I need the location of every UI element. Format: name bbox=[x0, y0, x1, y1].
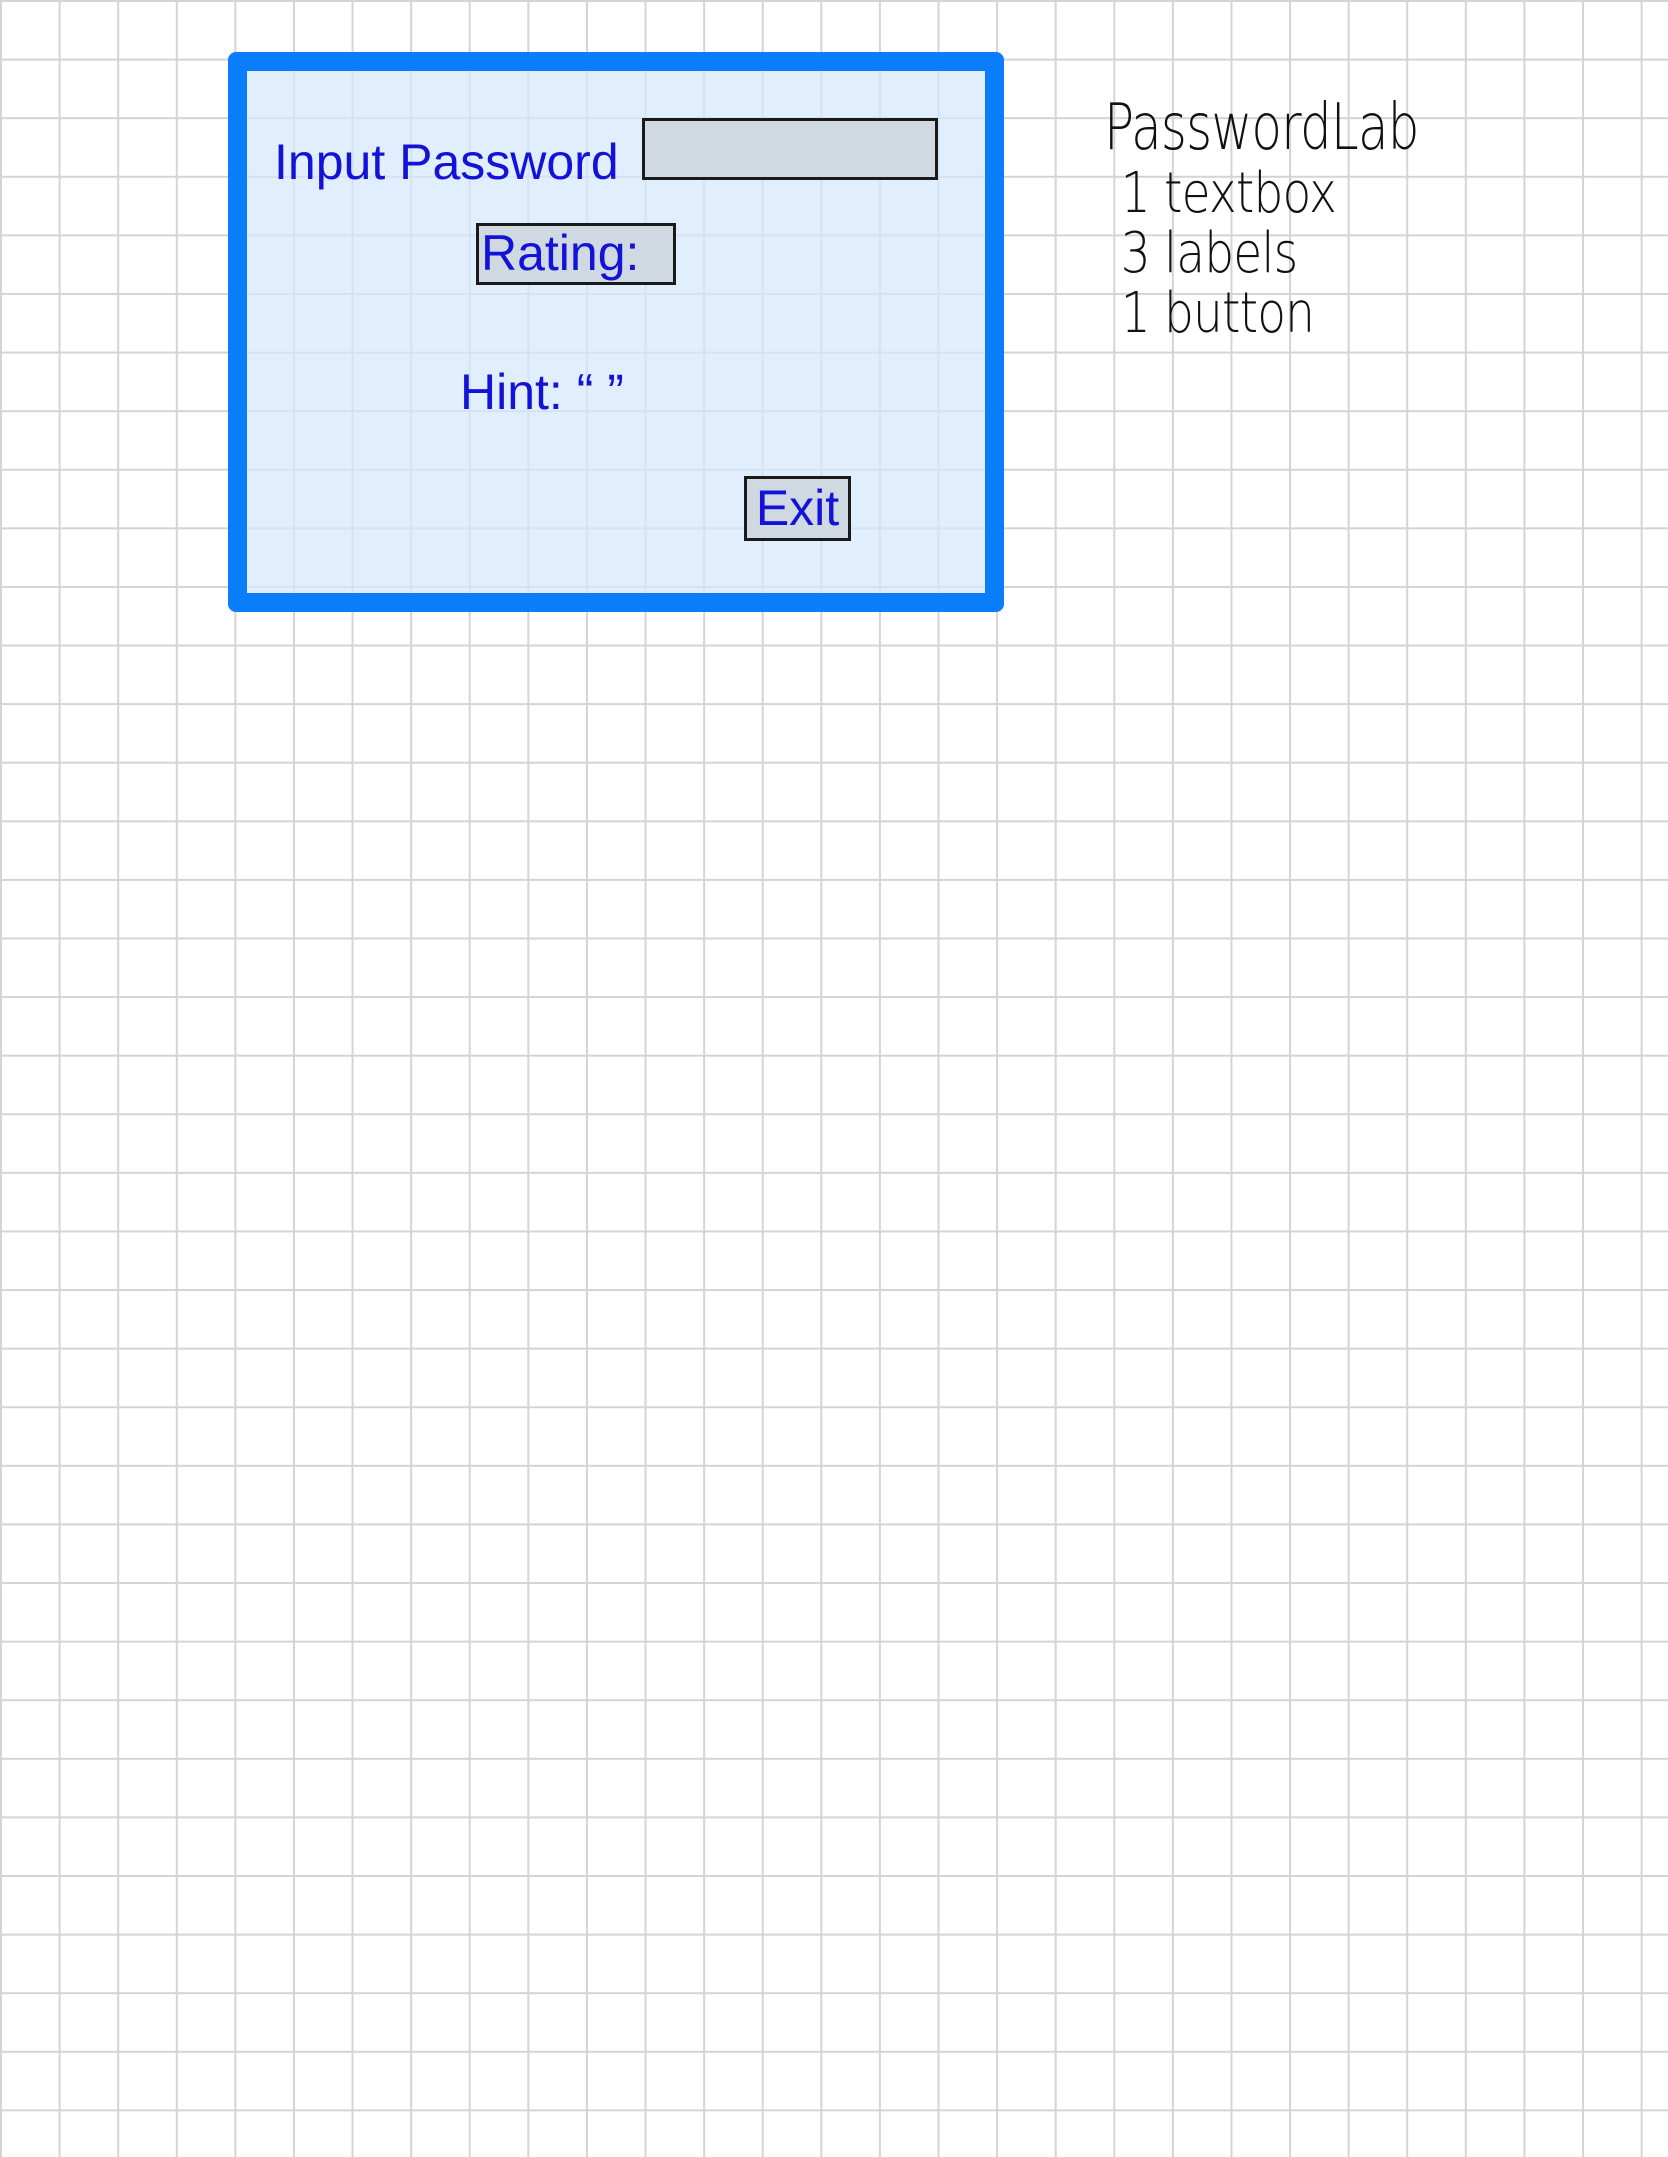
notes-title: PasswordLab bbox=[1104, 91, 1419, 165]
notes-item-labels: 3 labels bbox=[1120, 221, 1298, 286]
hint-label: Hint: “ ” bbox=[460, 364, 624, 420]
notes-item-button: 1 button bbox=[1120, 281, 1315, 346]
password-textbox[interactable] bbox=[642, 118, 938, 180]
notes-item-textbox: 1 textbox bbox=[1120, 161, 1337, 226]
input-password-label: Input Password bbox=[274, 134, 619, 190]
handwritten-notes: PasswordLab 1 textbox 3 labels 1 button bbox=[1104, 92, 1507, 344]
rating-label: Rating: bbox=[476, 223, 676, 285]
exit-button[interactable]: Exit bbox=[744, 476, 851, 541]
